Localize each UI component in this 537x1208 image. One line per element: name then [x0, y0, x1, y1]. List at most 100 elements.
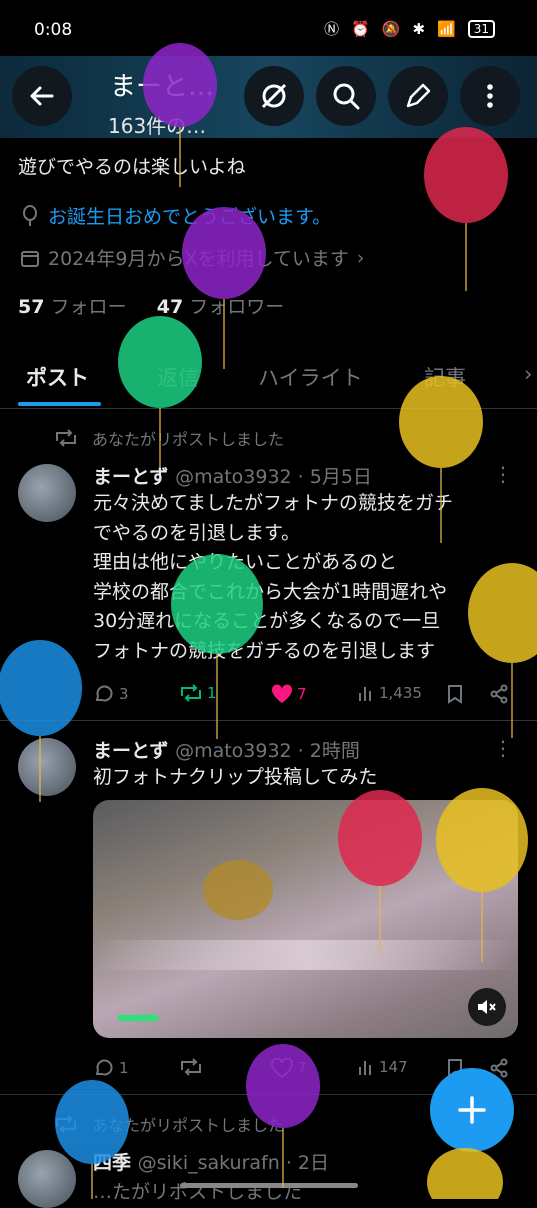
avatar[interactable]: [18, 1150, 76, 1208]
author-name: まーとず: [93, 466, 169, 488]
like-button[interactable]: 7: [271, 1058, 307, 1078]
author-name: まーとず: [93, 740, 169, 762]
profile-bio: 遊びでやるのは楽しいよね: [18, 156, 246, 178]
views-button[interactable]: 147: [357, 1058, 408, 1076]
birthday-text[interactable]: お誕生日おめでとうございます。: [48, 202, 331, 229]
repost-icon: [181, 1058, 201, 1076]
joined-text: 2024年9月からXを利用しています: [48, 248, 349, 270]
post-text: 元々決めてましたがフォトナの競技をガチ でやるのを引退します。 理由は他にやりた…: [93, 492, 454, 662]
status-time: 0:08: [34, 20, 73, 40]
tab-replies[interactable]: 返信: [157, 362, 199, 392]
more-vertical-icon: [487, 84, 493, 108]
repost-button[interactable]: 1: [179, 684, 217, 702]
active-tab-indicator: [18, 402, 101, 406]
mute-toggle-button[interactable]: [468, 988, 506, 1026]
more-button[interactable]: [460, 66, 520, 126]
back-button[interactable]: [12, 66, 72, 126]
share-icon: [490, 684, 508, 704]
reply-count: 1: [119, 1059, 129, 1077]
like-button[interactable]: 7: [271, 684, 307, 704]
video-health-bar: [118, 1015, 158, 1021]
reply-count: 3: [119, 685, 129, 703]
analytics-icon: [359, 1061, 371, 1075]
video-media[interactable]: [93, 800, 518, 1038]
heart-icon: [271, 1058, 293, 1078]
birthday-row: お誕生日おめでとうございます。: [20, 202, 331, 229]
bookmark-icon: [448, 685, 462, 704]
post-author[interactable]: まーとず @mato3932 · 2時間: [93, 736, 360, 763]
post[interactable]: あなたがリポストしました まーとず @mato3932 · 5月5日 ⋮ 元々決…: [0, 408, 537, 721]
speaker-muted-icon: [478, 1000, 496, 1014]
view-count: 147: [379, 1058, 408, 1076]
balloon-purple-icon: [182, 207, 266, 369]
avatar[interactable]: [18, 464, 76, 522]
video-frame-detail: [93, 940, 518, 970]
compose-button[interactable]: [430, 1068, 514, 1152]
post-author[interactable]: まーとず @mato3932 · 5月5日: [93, 462, 372, 489]
edit-button[interactable]: [388, 66, 448, 126]
search-button[interactable]: [316, 66, 376, 126]
bluetooth-icon: ✱: [412, 19, 426, 38]
views-button[interactable]: 1,435: [357, 684, 422, 702]
like-count: 7: [297, 685, 307, 703]
followers-link[interactable]: 47 フォロワー: [157, 296, 285, 318]
battery-icon: 31: [467, 19, 495, 38]
header-subtitle: 163件の…: [108, 114, 207, 138]
grok-icon: [261, 83, 287, 109]
following-link[interactable]: 57 フォロー: [18, 296, 127, 318]
profile-header: まーと… 163件の…: [0, 56, 537, 138]
wifi-icon: 📶: [437, 19, 456, 38]
tab-posts[interactable]: ポスト: [26, 362, 89, 392]
home-indicator[interactable]: [180, 1183, 358, 1188]
bookmark-button[interactable]: [447, 684, 463, 704]
status-icons: Ⓝ ⏰ 🔕 ✱ 📶 31: [324, 18, 495, 39]
reply-button[interactable]: 3: [93, 684, 129, 704]
header-title: まーと…: [110, 72, 215, 102]
like-count: 7: [297, 1059, 307, 1077]
chevron-right-icon: ›: [356, 246, 365, 269]
follow-stats: 57 フォロー 47 フォロワー: [18, 292, 284, 319]
repost-indicator: あなたがリポストしました: [54, 426, 284, 450]
joined-row[interactable]: 2024年9月からXを利用しています ›: [20, 244, 365, 271]
author-name: 四季: [93, 1152, 132, 1174]
tabs-scroll-chevron-icon[interactable]: ›: [524, 362, 532, 386]
video-frame-detail: [203, 860, 273, 920]
post-text: 初フォトナクリップ投稿してみた: [93, 766, 378, 788]
repost-icon: [56, 429, 76, 447]
nfc-icon: Ⓝ: [324, 20, 340, 38]
avatar[interactable]: [18, 738, 76, 796]
followers-label: フォロワー: [189, 296, 285, 318]
tab-highlights[interactable]: ハイライト: [258, 362, 363, 392]
following-label: フォロー: [50, 296, 127, 318]
plus-icon: [458, 1096, 486, 1124]
reply-icon: [95, 685, 113, 702]
calendar-icon: [21, 250, 39, 267]
tab-articles[interactable]: 記事: [424, 362, 466, 392]
repost-label: あなたがリポストしました: [92, 1116, 285, 1135]
back-arrow-icon: [30, 86, 54, 106]
balloon-red-icon: [424, 127, 508, 291]
share-button[interactable]: [489, 684, 509, 704]
repost-icon: [181, 684, 201, 702]
search-icon: [333, 83, 360, 110]
reply-icon: [95, 1059, 113, 1076]
status-bar: 0:08 Ⓝ ⏰ 🔕 ✱ 📶 31: [0, 0, 537, 56]
post-more-icon[interactable]: ⋮: [493, 736, 513, 760]
repost-label: あなたがリポストしました: [92, 430, 285, 449]
profile-tabs: ポスト 返信 ハイライト 記事 ›: [0, 356, 537, 409]
repost-count: 1: [207, 684, 217, 702]
followers-count: 47: [156, 296, 184, 318]
following-count: 57: [18, 296, 45, 318]
pencil-icon: [406, 83, 431, 108]
repost-icon: [56, 1115, 76, 1133]
analytics-icon: [359, 687, 371, 701]
balloon-icon: [23, 204, 37, 226]
heart-filled-icon: [271, 684, 293, 703]
post-author[interactable]: 四季 @siki_sakurafn · 2日: [93, 1148, 329, 1175]
grok-button[interactable]: [244, 66, 304, 126]
post-more-icon[interactable]: ⋮: [493, 462, 513, 486]
repost-button[interactable]: [179, 1058, 203, 1076]
author-handle: @mato3932 · 5月5日: [175, 466, 372, 488]
reply-button[interactable]: 1: [93, 1058, 129, 1078]
author-handle: @mato3932 · 2時間: [175, 740, 360, 762]
